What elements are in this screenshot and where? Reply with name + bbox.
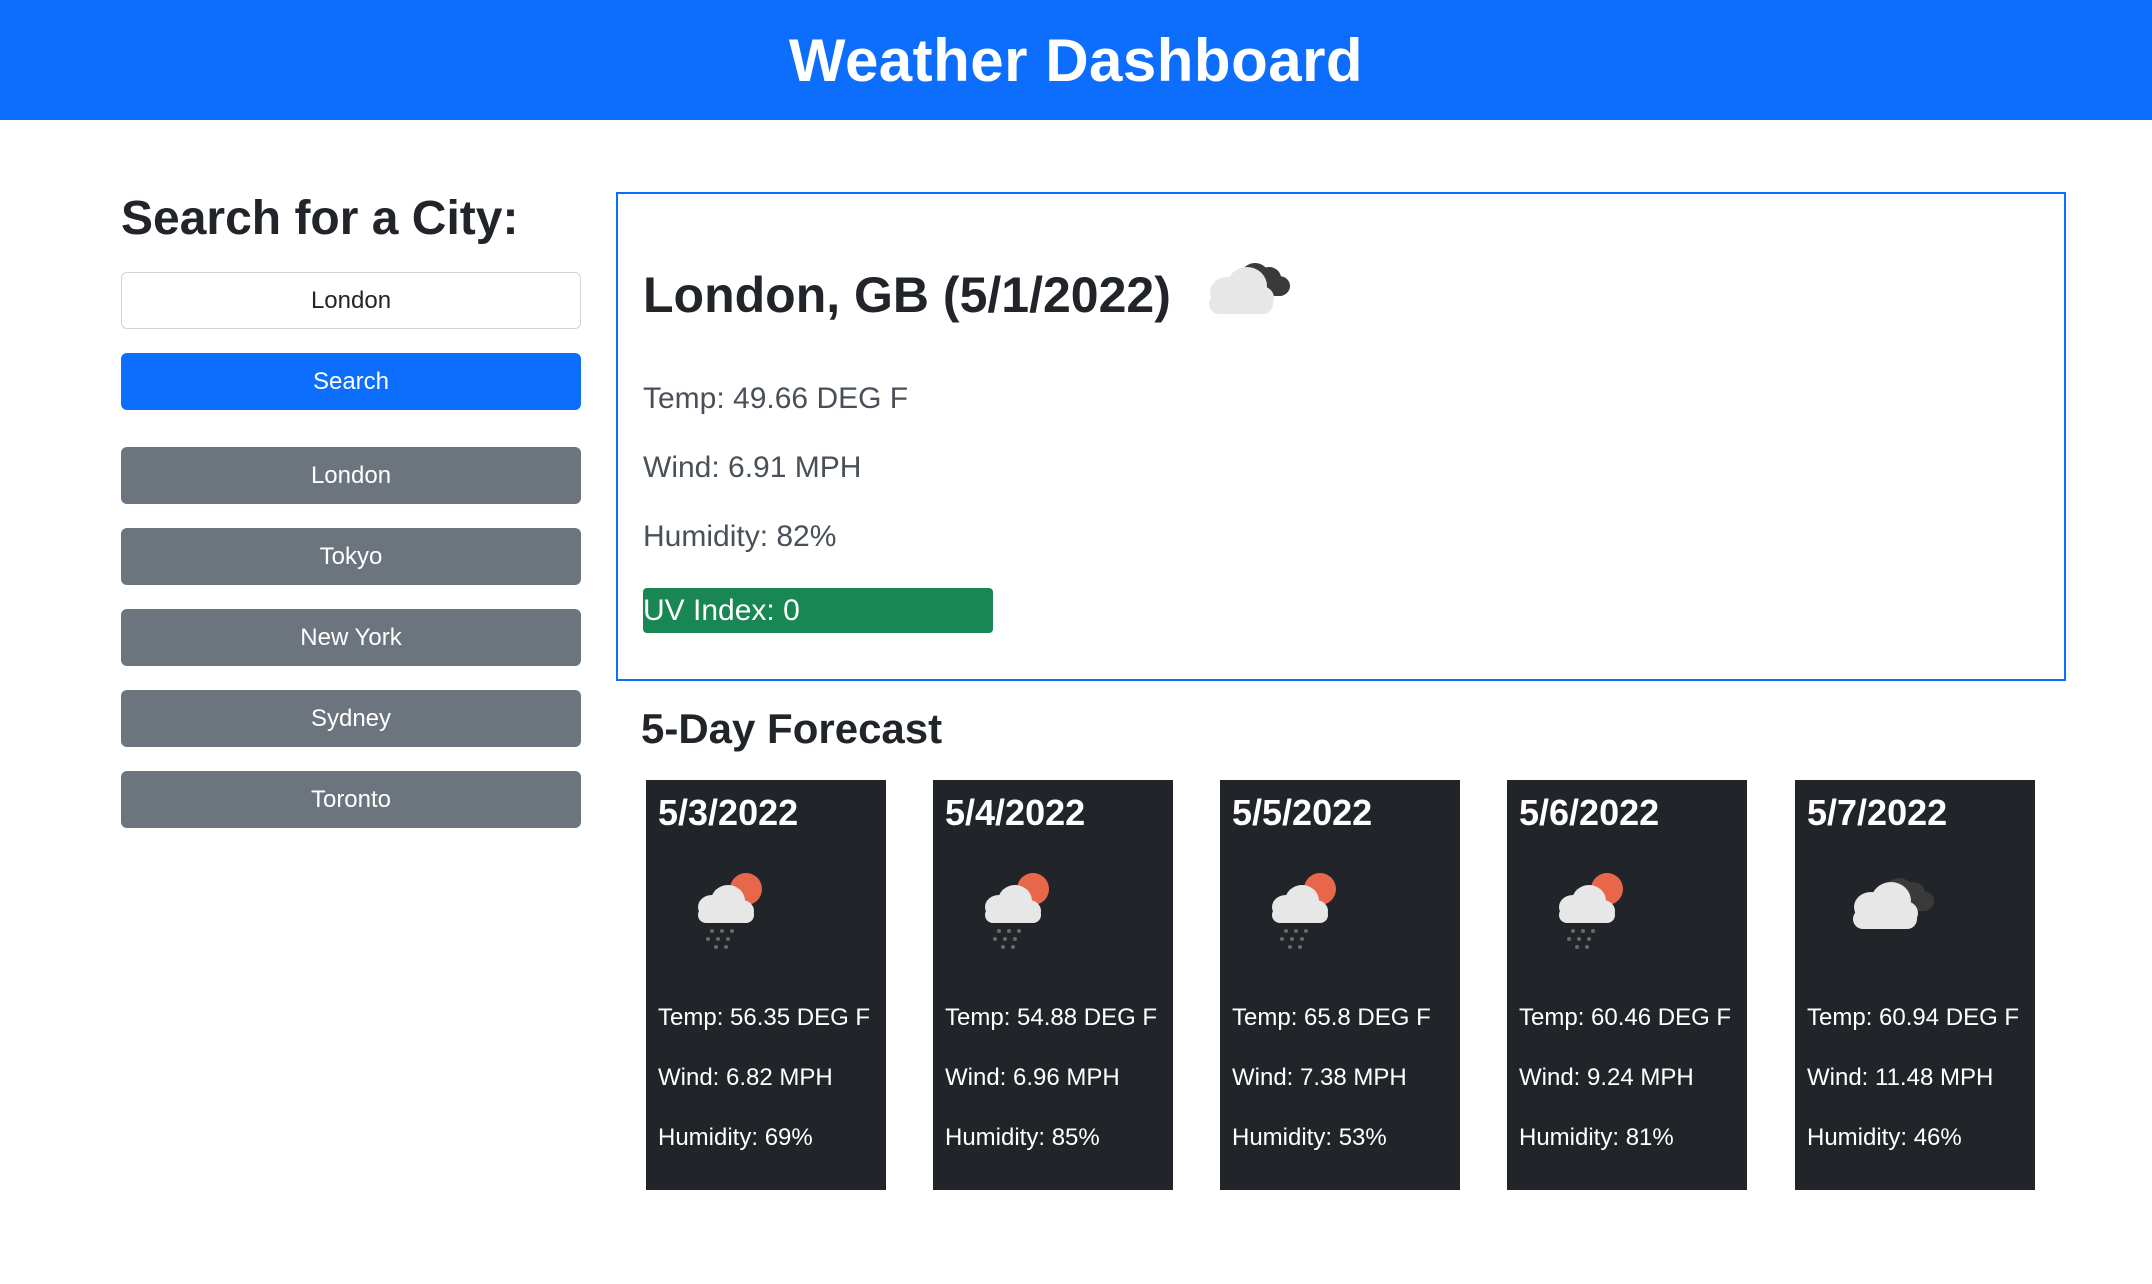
forecast-humidity: Humidity: 81% bbox=[1519, 1124, 1674, 1151]
rain-sun-icon bbox=[688, 865, 778, 960]
rain-sun-icon bbox=[1262, 865, 1352, 960]
forecast-humidity: Humidity: 85% bbox=[945, 1124, 1100, 1151]
broken-clouds-icon bbox=[1837, 865, 1947, 950]
header-bar: Weather Dashboard bbox=[0, 0, 2152, 120]
history-button-tokyo[interactable]: Tokyo bbox=[121, 528, 581, 585]
forecast-heading: 5-Day Forecast bbox=[641, 705, 943, 752]
page-title: Weather Dashboard bbox=[788, 26, 1364, 94]
search-heading: Search for a City: bbox=[121, 192, 519, 245]
forecast-wind: Wind: 6.96 MPH bbox=[945, 1064, 1120, 1091]
forecast-temp: Temp: 56.35 DEG F bbox=[658, 1004, 871, 1031]
forecast-card: 5/4/2022 Temp: 54.88 DEG F Wind: 6.96 MP… bbox=[933, 780, 1173, 1190]
forecast-wind: Wind: 7.38 MPH bbox=[1232, 1064, 1407, 1091]
forecast-date: 5/3/2022 bbox=[658, 792, 799, 833]
current-humidity: Humidity: 82% bbox=[643, 520, 837, 553]
city-search-input[interactable] bbox=[121, 272, 581, 329]
forecast-temp: Temp: 54.88 DEG F bbox=[945, 1004, 1158, 1031]
current-weather-panel: London, GB (5/1/2022) Temp: 49.66 DEG F … bbox=[616, 192, 2066, 681]
forecast-card: 5/5/2022 Temp: 65.8 DEG F Wind: 7.38 MPH… bbox=[1220, 780, 1460, 1190]
current-weather-header: London, GB (5/1/2022) bbox=[643, 254, 1303, 335]
current-temp: Temp: 49.66 DEG F bbox=[643, 382, 909, 415]
history-button-new-york[interactable]: New York bbox=[121, 609, 581, 666]
history-button-toronto[interactable]: Toronto bbox=[121, 771, 581, 828]
search-history: London Tokyo New York Sydney Toronto bbox=[121, 447, 581, 828]
forecast-temp: Temp: 60.46 DEG F bbox=[1519, 1004, 1732, 1031]
forecast-humidity: Humidity: 46% bbox=[1807, 1124, 1962, 1151]
uv-index-badge: UV Index: 0 bbox=[643, 588, 993, 633]
forecast-wind: Wind: 6.82 MPH bbox=[658, 1064, 833, 1091]
forecast-date: 5/7/2022 bbox=[1807, 792, 1948, 833]
forecast-temp: Temp: 60.94 DEG F bbox=[1807, 1004, 2020, 1031]
forecast-humidity: Humidity: 69% bbox=[658, 1124, 813, 1151]
forecast-humidity: Humidity: 53% bbox=[1232, 1124, 1387, 1151]
history-button-sydney[interactable]: Sydney bbox=[121, 690, 581, 747]
forecast-date: 5/5/2022 bbox=[1232, 792, 1373, 833]
broken-clouds-icon bbox=[1193, 250, 1303, 335]
forecast-wind: Wind: 9.24 MPH bbox=[1519, 1064, 1694, 1091]
forecast-wind: Wind: 11.48 MPH bbox=[1807, 1064, 1994, 1091]
forecast-card: 5/7/2022 Temp: 60.94 DEG F Wind: 11.48 M… bbox=[1795, 780, 2035, 1190]
forecast-temp: Temp: 65.8 DEG F bbox=[1232, 1004, 1431, 1031]
history-button-london[interactable]: London bbox=[121, 447, 581, 504]
forecast-card: 5/6/2022 Temp: 60.46 DEG F Wind: 9.24 MP… bbox=[1507, 780, 1747, 1190]
rain-sun-icon bbox=[975, 865, 1065, 960]
forecast-date: 5/6/2022 bbox=[1519, 792, 1660, 833]
forecast-date: 5/4/2022 bbox=[945, 792, 1086, 833]
search-sidebar: Search for a City: Search London Tokyo N… bbox=[121, 190, 581, 852]
search-button[interactable]: Search bbox=[121, 353, 581, 410]
current-city-title: London, GB (5/1/2022) bbox=[643, 266, 1171, 323]
forecast-card: 5/3/2022 Temp: 56.35 DEG F Wind: 6.82 MP… bbox=[646, 780, 886, 1190]
rain-sun-icon bbox=[1549, 865, 1639, 960]
current-wind: Wind: 6.91 MPH bbox=[643, 451, 862, 484]
